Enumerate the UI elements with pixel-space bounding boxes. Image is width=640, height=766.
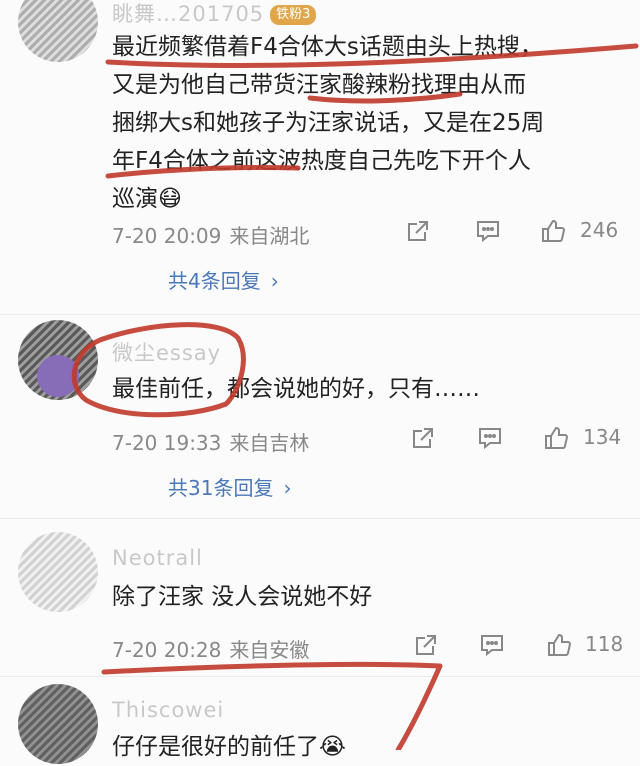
comment-line: 巡演😷	[112, 186, 182, 212]
comment-actions: 134	[405, 425, 630, 455]
fan-badge: 铁粉3	[270, 5, 317, 25]
avatar[interactable]	[18, 684, 98, 764]
like-icon[interactable]	[540, 218, 566, 244]
like-icon[interactable]	[543, 425, 569, 451]
timestamp: 7-20 20:09	[112, 224, 222, 248]
location: 来自湖北	[229, 224, 310, 248]
view-replies-link[interactable]: 共4条回复 ›	[168, 265, 279, 294]
comment-text: 仔仔是很好的前任了😭	[112, 734, 346, 760]
timestamp: 7-20 19:33	[112, 431, 222, 455]
comment-line: 又是为他自己带货汪家酸辣粉找理由从而	[112, 72, 526, 98]
share-icon[interactable]	[413, 632, 439, 658]
location: 来自吉林	[229, 431, 310, 455]
avatar[interactable]	[18, 0, 98, 62]
divider	[0, 314, 640, 315]
share-icon[interactable]	[410, 425, 436, 451]
username[interactable]: 微尘essay	[112, 337, 221, 367]
divider	[0, 518, 640, 519]
comment-meta: 7-20 20:28 来自安徽	[112, 634, 309, 663]
comment-text: 最佳前任，都会说她的好，只有……	[112, 376, 480, 402]
comment-line: 捆绑大s和她孩子为汪家说话，又是在25周	[112, 110, 545, 136]
comment-icon[interactable]	[475, 218, 501, 244]
username[interactable]: Neotrall	[112, 546, 203, 570]
comment-icon[interactable]	[479, 632, 505, 658]
comment-line: 年F4合体之前这波热度自己先吃下开个人	[112, 148, 531, 174]
share-icon[interactable]	[405, 218, 431, 244]
like-count: 246	[580, 218, 619, 242]
location: 来自安徽	[229, 638, 310, 662]
comment-meta: 7-20 20:09 来自湖北	[112, 220, 309, 249]
avatar[interactable]	[18, 532, 98, 612]
username[interactable]: 眺舞…201705 铁粉3	[112, 0, 317, 28]
view-replies-link[interactable]: 共31条回复 ›	[168, 472, 291, 501]
like-icon[interactable]	[546, 632, 572, 658]
comment-line: 最近频繁借着F4合体大s话题由头上热搜，	[112, 34, 543, 60]
comment-icon[interactable]	[477, 425, 503, 451]
comment-meta: 7-20 19:33 来自吉林	[112, 427, 309, 456]
timestamp: 7-20 20:28	[112, 638, 222, 662]
username[interactable]: Thiscowei	[112, 698, 224, 722]
divider	[0, 676, 640, 677]
like-count: 118	[585, 632, 624, 656]
like-count: 134	[583, 425, 622, 449]
comment-text: 最近频繁借着F4合体大s话题由头上热搜， 又是为他自己带货汪家酸辣粉找理由从而 …	[112, 28, 622, 218]
comment-actions: 246	[405, 218, 630, 248]
comment-text: 除了汪家 没人会说她不好	[112, 584, 373, 610]
avatar[interactable]	[18, 320, 98, 400]
comment-actions: 118	[405, 632, 630, 662]
